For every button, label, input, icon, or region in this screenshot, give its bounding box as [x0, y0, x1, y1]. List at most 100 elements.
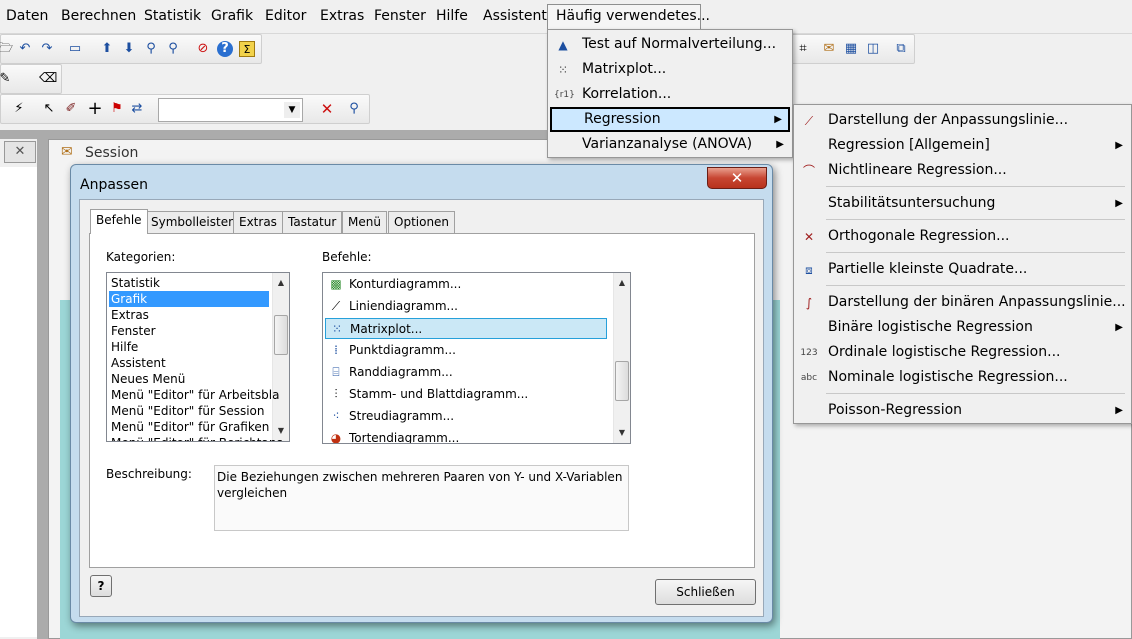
submenu-arrow-icon: ▶ [1115, 140, 1123, 151]
regression-item[interactable]: ⧈ Partielle kleinste Quadrate... [796, 257, 1129, 282]
tab-extras[interactable]: Extras [233, 211, 283, 233]
command-item[interactable]: ⁞ Punktdiagramm... [325, 340, 607, 361]
clear-icon[interactable]: ✕ [319, 101, 335, 117]
worksheet-icon[interactable]: ▦ [843, 41, 859, 57]
frequent-item[interactable]: ▲ Test auf Normalverteilung... [550, 32, 790, 57]
command-item[interactable]: ◕ Tortendiagramm... [325, 428, 607, 443]
category-item[interactable]: Menü "Editor" für Grafiken [109, 419, 269, 435]
category-item[interactable]: Grafik [109, 291, 269, 307]
regression-item[interactable]: Regression [Allgemein] ▶ [796, 133, 1129, 158]
tab-befehle[interactable]: Befehle [90, 209, 148, 234]
normality-test-icon: ▲ [558, 38, 568, 52]
ordinal-logistic-icon: 123 [800, 348, 818, 358]
arrow-down-icon[interactable]: ⬇ [121, 41, 137, 57]
help-button[interactable]: ? [90, 575, 112, 597]
chevron-down-icon[interactable]: ▼ [284, 102, 300, 118]
regression-item[interactable]: Stabilitätsuntersuchung ▶ [796, 191, 1129, 216]
sigma-icon[interactable]: Σ [239, 41, 255, 57]
dialog-client: Befehle Symbolleisten Extras Tastatur Me… [79, 199, 764, 617]
brush-select-icon[interactable]: ⚡ [11, 101, 27, 117]
category-item[interactable]: Menü "Editor" für Session [109, 403, 269, 419]
help-icon[interactable]: ? [217, 41, 233, 57]
categories-scrollbar[interactable]: ▲ ▼ [272, 273, 289, 441]
command-item[interactable]: ⫶ Stamm- und Blattdiagramm... [325, 384, 607, 405]
menu-grafik[interactable]: Grafik [211, 8, 253, 24]
menu-separator [826, 219, 1125, 220]
scroll-thumb[interactable] [615, 361, 629, 401]
pointer-icon[interactable]: ↖ [41, 101, 57, 117]
scroll-thumb[interactable] [274, 315, 288, 355]
undo-icon[interactable]: ↶ [17, 41, 33, 57]
regression-item-label: Ordinale logistische Regression... [828, 344, 1061, 360]
regression-item[interactable]: Poisson-Regression ▶ [796, 398, 1129, 423]
category-item[interactable]: Menü "Editor" für Berichtans [109, 435, 283, 441]
scroll-up-icon[interactable]: ▲ [273, 275, 289, 291]
tab-tastatur[interactable]: Tastatur [282, 211, 343, 233]
menu-editor[interactable]: Editor [265, 8, 306, 24]
find-next-icon[interactable]: ⚲ [165, 41, 181, 57]
paint-brush-icon[interactable]: ✐ [63, 101, 79, 117]
session-window-icon[interactable]: ✉ [821, 41, 837, 57]
menu-daten[interactable]: Daten [6, 8, 48, 24]
search-icon[interactable]: ⚲ [346, 101, 362, 117]
regression-item[interactable]: ✕ Orthogonale Regression... [796, 224, 1129, 249]
anpassen-dialog: Anpassen ✕ Befehle Symbolleisten Extras … [70, 164, 773, 623]
menu-fenster[interactable]: Fenster [374, 8, 426, 24]
close-button[interactable]: Schließen [655, 579, 756, 605]
find-icon[interactable]: ⚲ [143, 41, 159, 57]
redo-icon[interactable]: ↷ [39, 41, 55, 57]
regression-item[interactable]: ⟋ Darstellung der Anpassungslinie... [796, 108, 1129, 133]
regression-item[interactable]: ⌒ Nichtlineare Regression... [796, 158, 1129, 183]
categories-list[interactable]: ▲ ▼ Statistik Grafik Extras Fenster Hilfe Ass… [106, 272, 290, 442]
cancel-icon[interactable]: ⊘ [195, 41, 211, 57]
category-item[interactable]: Neues Menü [109, 371, 269, 387]
regression-item[interactable]: Binäre logistische Regression ▶ [796, 315, 1129, 340]
category-item[interactable]: Assistent [109, 355, 269, 371]
graph-window-icon[interactable]: ⌗ [795, 41, 811, 57]
id-combobox[interactable]: ▼ [158, 98, 303, 122]
open-icon[interactable]: 🗁 [0, 41, 13, 57]
dialog-close-button[interactable]: ✕ [707, 167, 767, 189]
swap-icon[interactable]: ⇄ [129, 101, 145, 117]
command-item[interactable]: ⁖ Streudiagramm... [325, 406, 607, 427]
frequent-item[interactable]: {r1} Korrelation... [550, 82, 790, 107]
menu-hilfe[interactable]: Hilfe [436, 8, 468, 24]
frequent-item[interactable]: Regression ▶ [550, 107, 790, 132]
flag-icon[interactable]: ⚑ [109, 101, 125, 117]
window-icon[interactable]: ▭ [67, 41, 83, 57]
category-item[interactable]: Fenster [109, 323, 269, 339]
command-item[interactable]: ⟋ Liniendiagramm... [325, 296, 607, 317]
tab-symbolleisten[interactable]: Symbolleisten [145, 211, 242, 233]
frequent-item[interactable]: Varianzanalyse (ANOVA) ▶ [550, 132, 790, 157]
regression-item-label: Regression [Allgemein] [828, 137, 990, 153]
category-item[interactable]: Hilfe [109, 339, 269, 355]
category-item[interactable]: Extras [109, 307, 269, 323]
command-item[interactable]: ⁙ Matrixplot... [325, 318, 607, 339]
command-item[interactable]: ▩ Konturdiagramm... [325, 274, 607, 295]
menu-assistent[interactable]: Assistent [483, 8, 547, 24]
category-item[interactable]: Statistik [109, 275, 269, 291]
close-all-graphs-icon[interactable]: ⧉ [893, 41, 909, 57]
brush-icon[interactable]: ✎ [0, 71, 13, 87]
regression-item[interactable]: ∫ Darstellung der binären Anpassungslinie… [796, 290, 1129, 315]
command-item[interactable]: ⌸ Randdiagramm... [325, 362, 607, 383]
info-window-icon[interactable]: ◫ [865, 41, 881, 57]
tab-optionen[interactable]: Optionen [388, 211, 456, 233]
pane-close-icon[interactable]: ✕ [4, 141, 36, 163]
arrow-up-icon[interactable]: ⬆ [99, 41, 115, 57]
menu-statistik[interactable]: Statistik [144, 8, 201, 24]
menu-extras[interactable]: Extras [320, 8, 364, 24]
regression-item[interactable]: 123 Ordinale logistische Regression... [796, 340, 1129, 365]
scroll-up-icon[interactable]: ▲ [614, 275, 630, 291]
menu-haeufig-verwendetes[interactable]: Häufig verwendetes... [556, 8, 710, 24]
crosshair-icon[interactable]: + [87, 100, 103, 118]
tab-menue[interactable]: Menü [342, 211, 387, 233]
menu-berechnen[interactable]: Berechnen [61, 8, 136, 24]
eraser-icon[interactable]: ⌫ [39, 71, 57, 87]
regression-item[interactable]: abc Nominale logistische Regression... [796, 365, 1129, 390]
frequent-item[interactable]: ⁙ Matrixplot... [550, 57, 790, 82]
commands-list[interactable]: ▲ ▼ ▩ Konturdiagramm... ⟋ Liniendiagramm...… [322, 272, 631, 444]
scroll-down-icon[interactable]: ▼ [614, 425, 630, 441]
commands-scrollbar[interactable]: ▲ ▼ [613, 273, 630, 443]
category-item[interactable]: Menü "Editor" für Arbeitsbla [109, 387, 279, 403]
